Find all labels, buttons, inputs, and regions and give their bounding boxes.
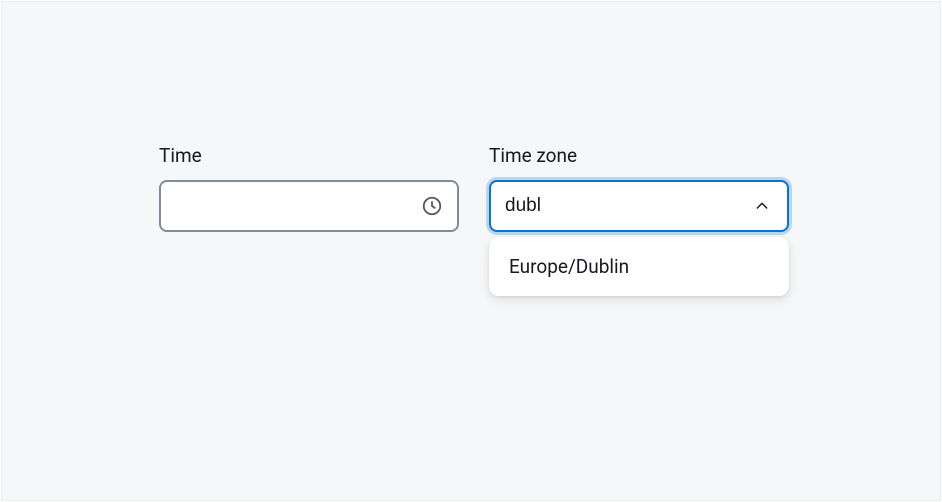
time-label: Time <box>159 145 459 168</box>
time-input-wrap[interactable] <box>159 180 459 232</box>
timezone-label: Time zone <box>489 145 789 168</box>
timezone-input-wrap[interactable] <box>489 180 789 232</box>
form-row: Time Time zone <box>159 145 789 232</box>
timezone-input[interactable] <box>505 182 751 230</box>
time-field: Time <box>159 145 459 232</box>
chevron-up-icon[interactable] <box>751 195 773 217</box>
time-input[interactable] <box>175 182 421 230</box>
timezone-option[interactable]: Europe/Dublin <box>489 243 789 290</box>
clock-icon <box>421 195 443 217</box>
canvas: Time Time zone <box>1 1 941 501</box>
timezone-field: Time zone Europe/Dublin <box>489 145 789 232</box>
timezone-dropdown: Europe/Dublin <box>489 237 789 296</box>
